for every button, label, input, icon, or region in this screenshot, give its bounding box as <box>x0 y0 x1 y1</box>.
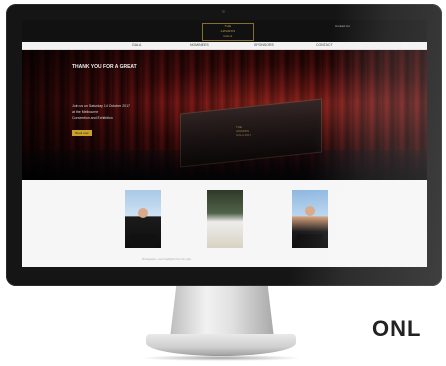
person-head <box>305 206 315 216</box>
podium <box>297 234 323 248</box>
nav-item-sponsors[interactable]: Sponsors <box>254 43 274 47</box>
nav-item-contact[interactable]: Contact <box>316 43 333 47</box>
gallery-photo-speaker[interactable] <box>125 190 161 248</box>
gallery-caption: Photography: event highlights from the n… <box>142 258 191 261</box>
hero-title: THANK YOU FOR A GREAT <box>72 64 137 70</box>
logo-line: GALA <box>223 34 233 38</box>
nav-item-nominees[interactable]: Nominees <box>190 43 209 47</box>
site-header: THE AWARDS GALA Contact Us <box>22 20 427 42</box>
site-logo[interactable]: THE AWARDS GALA <box>202 23 254 41</box>
monitor-stand-neck <box>170 286 274 338</box>
monitor-screen: THE AWARDS GALA Contact Us Gala Nominees… <box>22 20 427 267</box>
hero-line: at the Melbourne <box>72 110 99 114</box>
gallery-photo-presenter[interactable] <box>292 190 328 248</box>
photo-gallery: Photography: event highlights from the n… <box>22 180 427 267</box>
cropped-heading: ONL <box>372 316 422 341</box>
camera-dot <box>222 10 225 13</box>
monitor-stand-foot <box>146 334 296 356</box>
hero-cta-button[interactable]: Book now <box>72 130 92 136</box>
person-head <box>138 208 148 218</box>
header-contact-link[interactable]: Contact Us <box>335 24 350 28</box>
podium <box>130 234 156 248</box>
stand-shadow <box>140 355 302 361</box>
hero-line: Join us on Saturday 14 October 2017 <box>72 104 130 108</box>
gallery-photo-fountain[interactable] <box>207 190 243 248</box>
hero-line: Convention and Exhibition <box>72 116 113 120</box>
nav-item-gala[interactable]: Gala <box>132 43 141 47</box>
nav-bar: Gala Nominees Sponsors Contact <box>22 42 427 50</box>
